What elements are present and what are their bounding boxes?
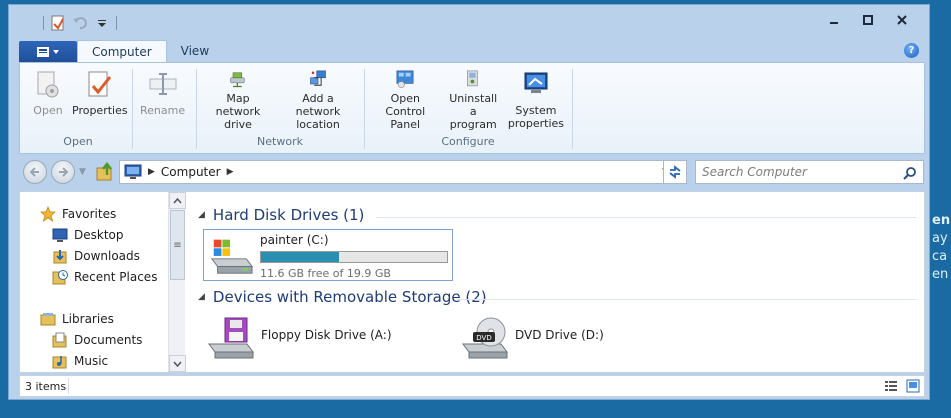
chevron-up-icon <box>173 197 182 203</box>
drive-dvd[interactable]: DVD DVD Drive (D:) <box>461 316 661 362</box>
ribbon: Open Properties Open Rename Map network … <box>19 62 925 154</box>
nav-favorites[interactable]: Favorites <box>40 204 116 224</box>
floppy-drive-icon <box>208 317 254 359</box>
large-icons-view-icon[interactable] <box>906 379 920 393</box>
ribbon-tabs: Computer View ? <box>19 40 925 62</box>
dvd-drive-icon: DVD <box>462 317 508 359</box>
navigation-pane: Favorites Desktop Downloads Recent Place… <box>20 192 178 372</box>
navigation-bar: ▼ ▶ Computer ▶ ▼ <box>19 157 925 187</box>
drive-floppy[interactable]: Floppy Disk Drive (A:) <box>207 316 427 362</box>
open-button[interactable]: Open <box>28 67 68 131</box>
up-arrow-icon <box>96 161 112 181</box>
network-location-icon <box>310 70 326 86</box>
documents-icon <box>52 332 67 348</box>
properties-button[interactable]: Properties <box>68 67 132 131</box>
rename-button[interactable]: Rename <box>136 67 189 131</box>
libraries-icon <box>40 313 56 326</box>
address-bar[interactable]: ▶ Computer ▶ ▼ <box>119 160 674 184</box>
dvd-badge: DVD <box>476 334 491 342</box>
section-hard-disk-drives[interactable]: ◢ Hard Disk Drives (1) <box>198 206 364 224</box>
maximize-button[interactable] <box>851 11 885 29</box>
file-list: ◢ Hard Disk Drives (1) painter (C:) 11.6… <box>186 192 924 372</box>
drive-floppy-name: Floppy Disk Drive (A:) <box>261 328 392 342</box>
window-controls <box>817 11 919 29</box>
close-button[interactable] <box>885 11 919 29</box>
nav-recent-places[interactable]: Recent Places <box>52 267 157 287</box>
drive-c-usage-bar <box>260 251 448 263</box>
back-arrow-icon <box>29 167 39 177</box>
file-menu-button[interactable] <box>19 41 77 62</box>
desktop-background-text: en ay ca en <box>932 213 951 282</box>
tab-computer[interactable]: Computer <box>77 40 167 62</box>
breadcrumb-computer[interactable]: Computer <box>161 165 221 179</box>
properties-qat-icon[interactable] <box>50 15 66 31</box>
hard-drive-icon <box>210 239 254 274</box>
section-removable-storage[interactable]: ◢ Devices with Removable Storage (2) <box>198 288 487 306</box>
quick-access-toolbar <box>43 15 117 31</box>
map-network-drive-button[interactable]: Map network drive <box>200 67 276 131</box>
nav-music[interactable]: Music <box>52 351 108 371</box>
ribbon-group-open: Open Properties Open <box>28 67 128 151</box>
drive-c-name: painter (C:) <box>260 233 329 247</box>
scroll-up-button[interactable] <box>169 192 186 209</box>
recent-locations-chevron-icon[interactable]: ▼ <box>79 167 86 177</box>
scroll-thumb[interactable]: ≡ <box>170 210 185 280</box>
breadcrumb-arrow-icon[interactable]: ▶ <box>148 167 155 177</box>
open-control-panel-button[interactable]: Open Control Panel <box>368 67 443 131</box>
scroll-down-button[interactable] <box>169 355 186 372</box>
nav-desktop[interactable]: Desktop <box>52 225 124 245</box>
properties-icon <box>88 71 111 97</box>
ribbon-group-configure: Open Control Panel Uninstall a program S… <box>368 67 568 151</box>
computer-icon <box>124 164 142 179</box>
chevron-down-icon <box>173 361 182 367</box>
ribbon-group-network: Map network drive Add a network location… <box>200 67 360 151</box>
customize-qat-chevron-icon[interactable] <box>94 15 110 31</box>
search-box[interactable] <box>695 160 924 184</box>
item-count: 3 items <box>25 380 67 393</box>
music-icon <box>52 356 67 369</box>
tab-view[interactable]: View <box>167 40 223 62</box>
search-icon[interactable] <box>903 166 917 180</box>
add-network-location-button[interactable]: Add a network location <box>276 67 360 131</box>
nav-pane-scrollbar[interactable]: ≡ <box>168 192 186 372</box>
star-icon <box>40 206 56 222</box>
content-area: Favorites Desktop Downloads Recent Place… <box>19 191 925 373</box>
system-properties-button[interactable]: System properties <box>504 67 568 131</box>
desktop-icon <box>52 228 68 242</box>
nav-downloads[interactable]: Downloads <box>52 246 140 266</box>
drive-c-free-space: 11.6 GB free of 19.9 GB <box>260 267 391 280</box>
search-input[interactable] <box>702 165 902 179</box>
breadcrumb-arrow-icon[interactable]: ▶ <box>227 167 234 177</box>
refresh-icon <box>669 165 681 179</box>
minimize-button[interactable] <box>817 11 851 29</box>
explorer-window: Computer View ? Open Properties Open Ren… <box>8 4 930 400</box>
forward-arrow-icon <box>59 167 69 177</box>
rename-icon <box>149 73 177 95</box>
drive-dvd-name: DVD Drive (D:) <box>515 328 604 342</box>
help-icon[interactable]: ? <box>904 43 919 58</box>
downloads-icon <box>53 250 67 264</box>
title-bar <box>9 5 929 39</box>
open-icon <box>37 71 59 98</box>
uninstall-program-button[interactable]: Uninstall a program <box>443 67 504 131</box>
ribbon-group-rename: Rename <box>136 67 196 151</box>
refresh-button[interactable] <box>663 160 687 184</box>
uninstall-icon <box>467 70 478 87</box>
drive-c[interactable]: painter (C:) 11.6 GB free of 19.9 GB <box>203 229 453 281</box>
system-properties-icon <box>524 72 548 93</box>
status-bar: 3 items <box>19 375 925 397</box>
forward-button[interactable] <box>51 160 75 184</box>
nav-libraries[interactable]: Libraries <box>40 309 114 329</box>
nav-documents[interactable]: Documents <box>52 330 142 350</box>
undo-icon[interactable] <box>72 15 88 31</box>
recent-places-icon <box>52 270 68 285</box>
view-buttons <box>884 379 920 393</box>
control-panel-icon <box>396 70 414 89</box>
details-view-icon[interactable] <box>884 379 898 393</box>
collapse-triangle-icon[interactable]: ◢ <box>198 210 205 220</box>
up-folder-button[interactable] <box>95 161 115 182</box>
collapse-triangle-icon[interactable]: ◢ <box>198 292 205 302</box>
back-button[interactable] <box>23 160 47 184</box>
network-drive-icon <box>230 72 245 88</box>
